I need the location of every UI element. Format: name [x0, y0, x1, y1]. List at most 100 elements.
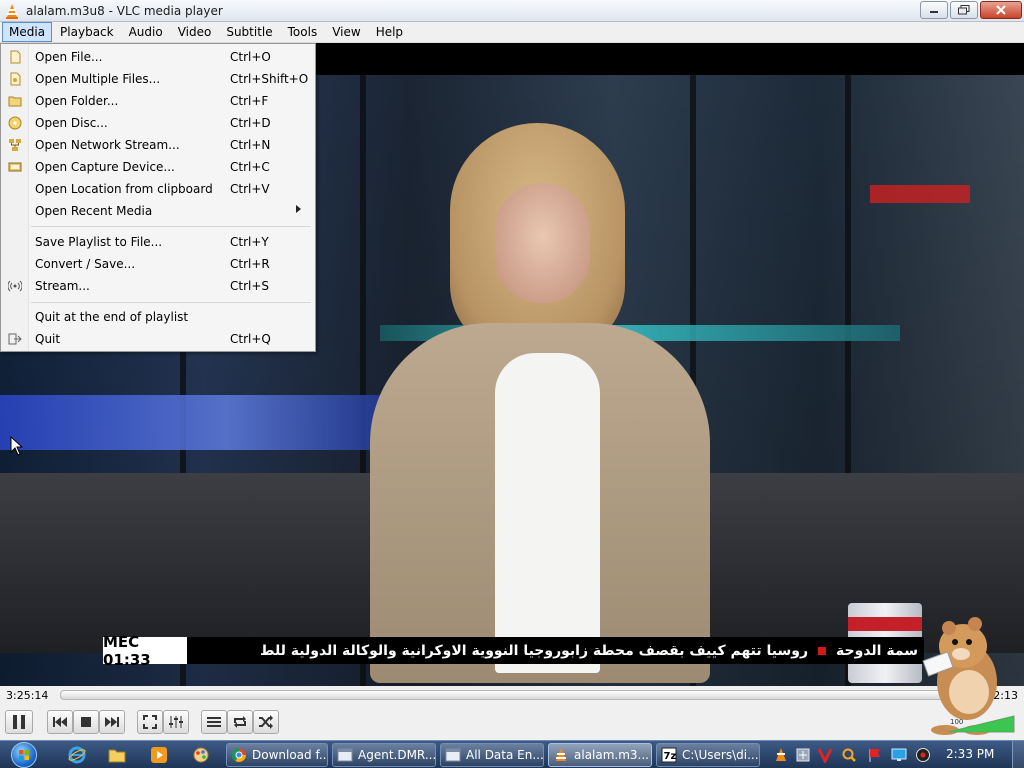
shuffle-button[interactable]: [253, 710, 279, 734]
file-icon: [10, 50, 21, 64]
system-clock[interactable]: 2:33 PM: [946, 747, 994, 761]
menu-convert-save[interactable]: Convert / Save... Ctrl+R: [1, 253, 315, 275]
magnifier-icon: [842, 748, 856, 762]
news-ticker: MEC 01:33 سمة الدوحةروسيا تتهم كييف بقصف…: [103, 633, 924, 669]
fullscreen-button[interactable]: [137, 710, 163, 734]
menu-open-capture-device[interactable]: Open Capture Device... Ctrl+C: [1, 156, 315, 178]
window-controls: [920, 1, 1022, 19]
pause-button[interactable]: [5, 710, 33, 734]
menu-media[interactable]: Media: [2, 22, 53, 42]
seek-slider[interactable]: [60, 690, 970, 700]
menu-quit[interactable]: Quit Ctrl+Q: [1, 328, 315, 350]
task-label: Download f...: [252, 748, 328, 762]
sliders-icon: [169, 716, 183, 728]
menu-separator: [31, 226, 311, 227]
task-label: All Data En...: [466, 748, 544, 762]
menu-stream[interactable]: Stream... Ctrl+S: [1, 275, 315, 297]
ticker-separator: [818, 646, 827, 655]
stream-icon: [8, 280, 22, 292]
volume-slider[interactable]: 100: [944, 714, 1018, 734]
fullscreen-icon: [143, 715, 157, 729]
next-button[interactable]: [99, 710, 125, 734]
shuffle-icon: [259, 715, 273, 729]
network-icon: [9, 139, 21, 151]
monitor-icon: [891, 748, 907, 761]
task-vlc[interactable]: alalam.m3...: [548, 743, 652, 767]
menu-playback[interactable]: Playback: [53, 22, 121, 42]
menu-open-multiple-files[interactable]: Open Multiple Files... Ctrl+Shift+O: [1, 68, 315, 90]
start-button[interactable]: [6, 741, 42, 768]
playlist-button[interactable]: [201, 710, 227, 734]
windows-taskbar: Download f... Agent.DMR... All Data En..…: [0, 740, 1024, 768]
folder-icon: [8, 96, 22, 107]
minimize-button[interactable]: [920, 1, 948, 19]
task-agent-dmr[interactable]: Agent.DMR...: [332, 743, 436, 767]
quicklaunch-explorer[interactable]: [106, 745, 128, 765]
extended-settings-button[interactable]: [163, 710, 189, 734]
7zip-icon: 7z: [661, 747, 677, 763]
seek-row: 3:25:14 2:13: [0, 686, 1024, 706]
menu-video[interactable]: Video: [171, 22, 219, 42]
mouse-cursor-icon: [10, 436, 24, 456]
media-menu-dropdown: Open File... Ctrl+O Open Multiple Files.…: [0, 43, 316, 352]
quit-icon: [8, 333, 22, 345]
windows-logo-icon: [11, 742, 37, 768]
svg-text:7z: 7z: [664, 751, 677, 762]
menu-view[interactable]: View: [325, 22, 367, 42]
loop-icon: [234, 716, 246, 728]
quicklaunch-media[interactable]: [148, 745, 170, 765]
restore-icon: [958, 5, 970, 15]
menu-tools[interactable]: Tools: [281, 22, 325, 42]
vlc-cone-icon: [6, 3, 18, 19]
ticker-headline: سمة الدوحةروسيا تتهم كييف بقصف محطة زابو…: [187, 643, 924, 659]
menu-help[interactable]: Help: [369, 22, 410, 42]
files-icon: [10, 72, 21, 86]
task-label: alalam.m3...: [574, 748, 649, 762]
tray-app[interactable]: [794, 746, 812, 764]
network-tool-icon: [796, 748, 810, 762]
elapsed-time[interactable]: 3:25:14: [6, 689, 48, 702]
pause-icon: [13, 715, 25, 729]
media-player-icon: [151, 747, 167, 763]
menu-save-playlist[interactable]: Save Playlist to File... Ctrl+Y: [1, 231, 315, 253]
task-7zip[interactable]: 7z C:\Users\di...: [656, 743, 760, 767]
show-desktop-button[interactable]: [1012, 741, 1024, 768]
tray-search[interactable]: [840, 746, 858, 764]
menu-separator: [31, 302, 311, 303]
menu-bar: Media Playback Audio Video Subtitle Tool…: [0, 22, 1024, 43]
window-title: alalam.m3u8 - VLC media player: [26, 3, 223, 18]
maximize-button[interactable]: [950, 1, 978, 19]
app-window-icon: [337, 748, 353, 762]
capture-icon: [8, 162, 22, 172]
app-window-icon: [445, 748, 461, 762]
quicklaunch-app[interactable]: [190, 745, 212, 765]
menu-open-folder[interactable]: Open Folder... Ctrl+F: [1, 90, 315, 112]
quicklaunch-ie[interactable]: [66, 745, 88, 765]
menu-quit-end-of-playlist[interactable]: Quit at the end of playlist: [1, 306, 315, 328]
submenu-arrow-icon: [296, 205, 301, 213]
tray-flag[interactable]: [866, 746, 884, 764]
task-download[interactable]: Download f...: [226, 743, 328, 767]
menu-subtitle[interactable]: Subtitle: [219, 22, 279, 42]
menu-open-recent-media[interactable]: Open Recent Media: [1, 200, 315, 222]
menu-open-location-clipboard[interactable]: Open Location from clipboard Ctrl+V: [1, 178, 315, 200]
tray-speaker[interactable]: [914, 746, 932, 764]
previous-button[interactable]: [47, 710, 73, 734]
tray-display[interactable]: [890, 746, 908, 764]
stop-button[interactable]: [73, 710, 99, 734]
menu-open-network-stream[interactable]: Open Network Stream... Ctrl+N: [1, 134, 315, 156]
tray-vlc[interactable]: [772, 746, 790, 764]
tray-antivirus[interactable]: [816, 746, 834, 764]
chrome-icon: [232, 748, 246, 762]
menu-audio[interactable]: Audio: [122, 22, 170, 42]
close-icon: [996, 5, 1006, 15]
loop-button[interactable]: [227, 710, 253, 734]
close-button[interactable]: [980, 1, 1022, 19]
task-all-data[interactable]: All Data En...: [440, 743, 544, 767]
menu-open-disc[interactable]: Open Disc... Ctrl+D: [1, 112, 315, 134]
speaker-icon: [916, 748, 930, 762]
vlc-icon: [556, 748, 566, 761]
next-icon: [105, 717, 119, 727]
task-label: Agent.DMR...: [358, 748, 436, 762]
menu-open-file[interactable]: Open File... Ctrl+O: [1, 46, 315, 68]
